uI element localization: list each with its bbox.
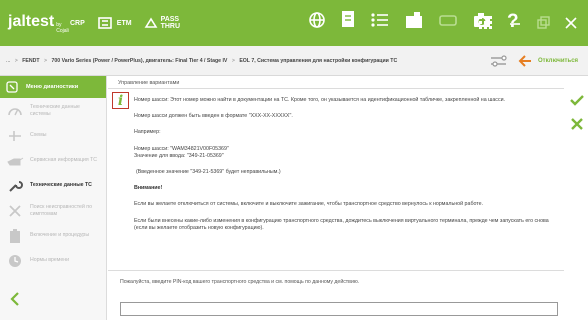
etm-icon xyxy=(97,17,112,29)
disconnect-button[interactable]: Отключиться xyxy=(518,54,579,67)
sidebar-item-label: Нормы времени xyxy=(30,257,69,264)
filter-icon[interactable] xyxy=(490,54,510,68)
globe-icon[interactable] xyxy=(308,11,326,29)
schematic-icon xyxy=(9,130,21,141)
pin-input[interactable] xyxy=(120,302,558,316)
crp-button[interactable]: CRP xyxy=(70,20,85,27)
list-icon[interactable] xyxy=(370,11,390,29)
paragraph-config-changes: Если были внесены какие-либо изменения в… xyxy=(134,217,549,231)
sidebar-item-label: Схемы xyxy=(30,132,47,139)
document-icon[interactable] xyxy=(340,10,356,30)
oil-can-icon xyxy=(7,157,24,165)
breadcrumb-separator: > xyxy=(231,57,235,64)
pass-thru-label: PASS THRU xyxy=(161,16,180,30)
sidebar-header[interactable]: Меню диагностики xyxy=(0,76,106,98)
battery-icon xyxy=(10,228,20,243)
sidebar-item-vehicle-tech-data[interactable]: Технические данные ТС xyxy=(0,173,106,198)
breadcrumb-trail: ... > FENDT > 700 Vario Series (Power / … xyxy=(6,58,484,64)
paragraph-chassis-info: Номер шасси: Этот номер можно найти в до… xyxy=(134,97,506,103)
apps-grid-icon[interactable] xyxy=(478,15,494,31)
breadcrumb-home[interactable]: ... xyxy=(6,58,10,64)
breadcrumb-item-make[interactable]: FENDT xyxy=(22,58,39,64)
paragraph-example-value: Значение для ввода: "349-21-05369" xyxy=(134,152,224,159)
disconnect-label: Отключиться xyxy=(538,57,579,64)
etm-button[interactable]: ETM xyxy=(97,16,132,30)
pin-prompt: Пожалуйста, введите PIN-код вашего транс… xyxy=(120,279,360,285)
breadcrumb-separator: > xyxy=(14,57,18,64)
menu-tools-icon xyxy=(6,81,18,93)
sidebar-item-label: Технические данные ТС xyxy=(30,182,92,189)
info-frame: i xyxy=(112,92,129,109)
paragraph-example-chassis: Номер шасси: "WAM34821V00F05369" xyxy=(134,145,229,152)
diagnostics-sidebar: Меню диагностики Техническиe данные сист… xyxy=(0,76,107,320)
page-title: Управление вариантами xyxy=(108,76,564,89)
sidebar-item-system-data[interactable]: Техническиe данные системы xyxy=(0,98,106,123)
calculator-icon[interactable] xyxy=(404,11,424,29)
crp-label: CRP xyxy=(70,19,85,27)
gauge-icon xyxy=(8,107,22,115)
sidebar-item-schematics[interactable]: Схемы xyxy=(0,123,106,148)
sidebar-item-label: Техническиe данные системы xyxy=(30,104,80,117)
pass-thru-label-2: THRU xyxy=(160,23,181,30)
paragraph-example-heading: Например: xyxy=(134,129,161,136)
breadcrumb-separator: > xyxy=(44,57,48,64)
breadcrumb: ... > FENDT > 700 Vario Series (Power / … xyxy=(0,46,588,76)
minimize-icon[interactable] xyxy=(508,16,522,30)
sidebar-item-service-info[interactable]: Сервисная информация ТС xyxy=(0,148,106,173)
clock-icon xyxy=(9,254,21,267)
arrow-left-icon xyxy=(518,54,531,67)
confirm-check-icon[interactable] xyxy=(570,94,584,106)
sidebar-item-label: Сервисная информация ТС xyxy=(30,157,98,164)
sidebar-header-label: Меню диагностики xyxy=(26,84,79,90)
wrench-icon xyxy=(9,180,23,192)
action-column xyxy=(566,94,588,130)
pass-thru-label-1: PASS xyxy=(160,16,180,23)
connector-icon[interactable] xyxy=(438,11,458,29)
paragraph-disconnect: Если вы желаете отключиться от системы, … xyxy=(134,201,484,208)
divider xyxy=(108,270,564,271)
breadcrumb-item-model[interactable]: 700 Vario Series (Power / PowerPlus), дв… xyxy=(52,58,228,64)
logo-subtext: by Cojali xyxy=(56,21,69,34)
paragraph-format: Номер шасси должен быть введен в формате… xyxy=(134,113,293,120)
pass-thru-button[interactable]: PASS THRU xyxy=(144,16,180,30)
collapse-sidebar-icon[interactable] xyxy=(10,292,20,306)
jaltest-logo: jaltest by Cojali xyxy=(8,13,70,34)
sidebar-item-label: Включение и процедуры xyxy=(30,232,90,239)
warning-heading: Внимание! xyxy=(134,185,163,192)
logo-text: jaltest xyxy=(8,12,55,30)
sidebar-item-label: Поиск неисправностей по симптомам xyxy=(30,204,92,217)
info-indicator: i xyxy=(112,92,129,109)
paragraph-example-wrong: (Введенное значение "349-21-5369" будет … xyxy=(136,169,281,176)
sidebar-item-procedures[interactable]: Включение и процедуры xyxy=(0,223,106,248)
top-bar: jaltest by Cojali CRP ETM PASS THRU ? xyxy=(0,0,588,46)
etm-label: ETM xyxy=(116,19,132,27)
sidebar-item-troubleshooting[interactable]: Поиск неисправностей по симптомам xyxy=(0,198,106,223)
info-icon: i xyxy=(117,92,124,109)
window-controls xyxy=(478,0,588,46)
main-panel: Управление вариантами i Номер шасси: Это… xyxy=(108,76,564,320)
instructions-text: Номер шасси: Этот номер можно найти в до… xyxy=(134,97,558,241)
tools-icon xyxy=(9,204,21,217)
sidebar-item-labor-times[interactable]: Нормы времени xyxy=(0,248,106,273)
breadcrumb-item-system[interactable]: EOL 7, Система управления для настройки … xyxy=(239,58,397,64)
cancel-x-icon[interactable] xyxy=(571,118,583,130)
restore-icon[interactable] xyxy=(536,16,550,30)
pass-thru-icon xyxy=(144,17,158,28)
close-icon[interactable] xyxy=(564,16,578,30)
